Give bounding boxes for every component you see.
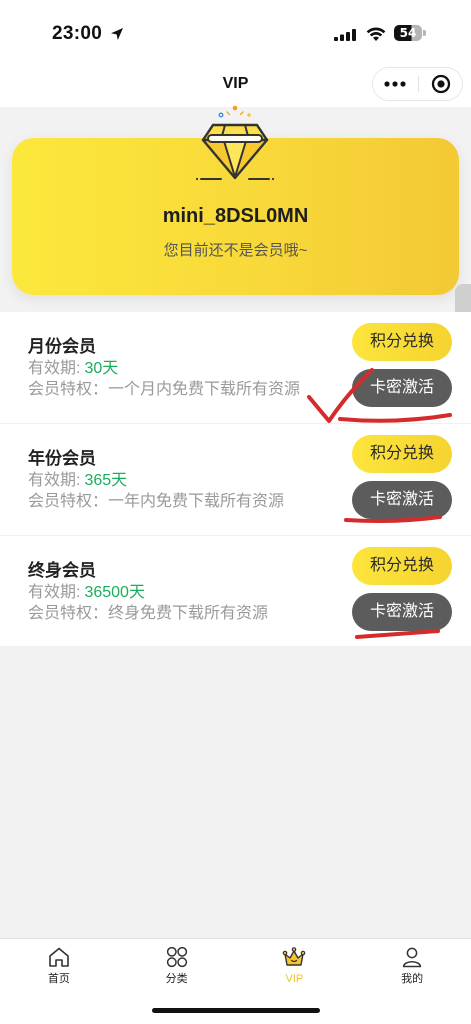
category-grid-icon (166, 946, 187, 968)
membership-status-text: 您目前还不是会员哦~ (163, 242, 308, 259)
battery-nub (423, 30, 426, 36)
tab-profile[interactable]: 我的 (353, 939, 471, 1024)
plan-name: 终身会员 (28, 561, 96, 580)
plan-row-yearly: 年份会员 有效期: 365天 会员特权：一年内免费下载所有资源 积分兑换 卡密激活 (0, 423, 471, 535)
privilege-label: 会员特权： (28, 605, 109, 622)
status-time: 23:00 (52, 23, 103, 44)
tab-label: 分类 (165, 973, 188, 985)
location-arrow-icon (111, 28, 123, 40)
username: mini_8DSL0MN (162, 205, 309, 227)
tab-label: VIP (285, 973, 304, 985)
profile-icon (402, 947, 422, 968)
privilege-text: 终身免费下载所有资源 (108, 605, 269, 622)
plan-privilege: 会员特权：终身免费下载所有资源 (28, 604, 268, 624)
diamond-icon (195, 105, 275, 181)
crown-icon (283, 947, 306, 966)
plan-row-lifetime: 终身会员 有效期: 36500天 会员特权：终身免费下载所有资源 积分兑换 卡密激… (0, 535, 471, 646)
membership-plan-list: 月份会员 有效期: 30天 会员特权：一个月内免费下载所有资源 积分兑换 卡密激活… (0, 312, 471, 646)
redeem-points-button[interactable]: 积分兑换 (352, 547, 452, 585)
home-icon (49, 947, 69, 967)
tab-label: 首页 (47, 973, 70, 985)
privilege-label: 会员特权： (28, 381, 109, 398)
plan-name: 年份会员 (28, 449, 96, 468)
nav-capsule (372, 67, 463, 101)
plan-privilege: 会员特权：一年内免费下载所有资源 (28, 492, 284, 512)
home-indicator (152, 1008, 320, 1013)
plan-privilege: 会员特权：一个月内免费下载所有资源 (28, 380, 300, 400)
more-dots-icon (384, 81, 406, 87)
activate-card-key-button[interactable]: 卡密激活 (352, 369, 452, 407)
plan-validity: 有效期: 30天 (28, 359, 118, 379)
activate-card-key-button[interactable]: 卡密激活 (352, 481, 452, 519)
close-miniprogram-button[interactable] (419, 68, 463, 100)
redeem-points-button[interactable]: 积分兑换 (352, 435, 452, 473)
cellular-signal-icon (334, 29, 356, 41)
validity-value: 30天 (84, 360, 119, 377)
plan-row-monthly: 月份会员 有效期: 30天 会员特权：一个月内免费下载所有资源 积分兑换 卡密激活 (0, 312, 471, 423)
validity-label: 有效期: (28, 584, 81, 601)
plan-validity: 有效期: 36500天 (28, 583, 145, 603)
target-circle-icon (431, 74, 451, 94)
more-button[interactable] (373, 68, 417, 100)
validity-value: 36500天 (84, 584, 145, 601)
tab-home[interactable]: 首页 (0, 939, 118, 1024)
privilege-label: 会员特权： (28, 493, 109, 510)
battery-icon: 54 (394, 25, 422, 41)
validity-label: 有效期: (28, 472, 81, 489)
wifi-icon (366, 27, 386, 41)
privilege-text: 一个月内免费下载所有资源 (108, 381, 301, 398)
activate-card-key-button[interactable]: 卡密激活 (352, 593, 452, 631)
plan-name: 月份会员 (28, 337, 96, 356)
privilege-text: 一年内免费下载所有资源 (108, 493, 285, 510)
plan-validity: 有效期: 365天 (28, 471, 127, 491)
validity-label: 有效期: (28, 360, 81, 377)
validity-value: 365天 (84, 472, 128, 489)
redeem-points-button[interactable]: 积分兑换 (352, 323, 452, 361)
tab-label: 我的 (401, 973, 424, 985)
